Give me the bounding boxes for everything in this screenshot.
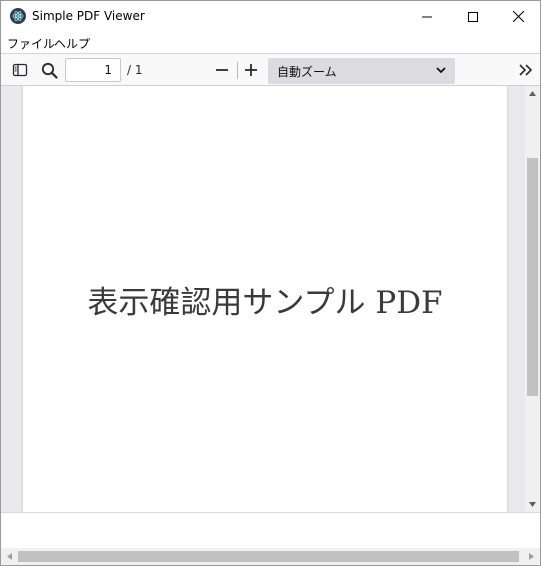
page-text: 表示確認用サンプル PDF (87, 285, 443, 321)
caret-left-icon (7, 553, 12, 560)
caret-up-icon (529, 91, 536, 96)
title-bar[interactable]: Simple PDF Viewer (1, 1, 540, 32)
close-icon (512, 11, 524, 22)
maximize-button[interactable] (450, 1, 496, 32)
search-button[interactable] (39, 60, 59, 80)
app-window: Simple PDF Viewer ファイル ヘルプ 1 / 1 自動ズーム 表… (0, 0, 541, 566)
page-count: / 1 (127, 63, 143, 77)
menu-item-file[interactable]: ファイル (7, 35, 55, 52)
scroll-right-button[interactable] (523, 548, 540, 565)
search-icon (41, 62, 58, 79)
minimize-icon (422, 16, 432, 17)
blank-area (1, 512, 540, 548)
zoom-select[interactable]: 自動ズーム (268, 58, 455, 84)
sidebar-toggle-button[interactable] (10, 60, 30, 80)
sidebar-toggle-icon (12, 63, 28, 77)
vertical-scroll-thumb[interactable] (527, 158, 538, 396)
menu-bar: ファイル ヘルプ (1, 32, 540, 52)
caret-right-icon (529, 553, 534, 560)
toolbar-separator (237, 62, 238, 79)
zoom-out-button[interactable] (212, 60, 232, 80)
scroll-up-button[interactable] (525, 86, 540, 101)
minimize-button[interactable] (404, 1, 450, 32)
zoom-in-button[interactable] (241, 60, 261, 80)
maximize-icon (468, 11, 478, 22)
electron-atom-icon (10, 8, 26, 24)
pdf-toolbar: / 1 自動ズーム (1, 53, 540, 86)
plus-icon (245, 64, 257, 76)
scroll-down-button[interactable] (525, 497, 540, 512)
close-button[interactable] (495, 1, 540, 32)
caret-down-icon (529, 502, 536, 507)
zoom-select-value: 自動ズーム (277, 65, 337, 79)
vertical-scrollbar[interactable] (525, 86, 540, 512)
pdf-page: 表示確認用サンプル PDF (23, 86, 507, 512)
page-number-input[interactable] (65, 58, 121, 82)
double-chevron-right-icon (519, 64, 533, 76)
document-viewer[interactable]: 表示確認用サンプル PDF (1, 86, 525, 512)
horizontal-scroll-thumb[interactable] (18, 551, 519, 562)
secondary-toolbar-button[interactable] (516, 60, 536, 80)
horizontal-scrollbar[interactable] (1, 548, 540, 565)
window-title: Simple PDF Viewer (32, 9, 145, 23)
minus-icon (216, 69, 228, 71)
scroll-left-button[interactable] (1, 548, 18, 565)
menu-item-help[interactable]: ヘルプ (54, 35, 90, 52)
chevron-down-icon (436, 67, 446, 74)
